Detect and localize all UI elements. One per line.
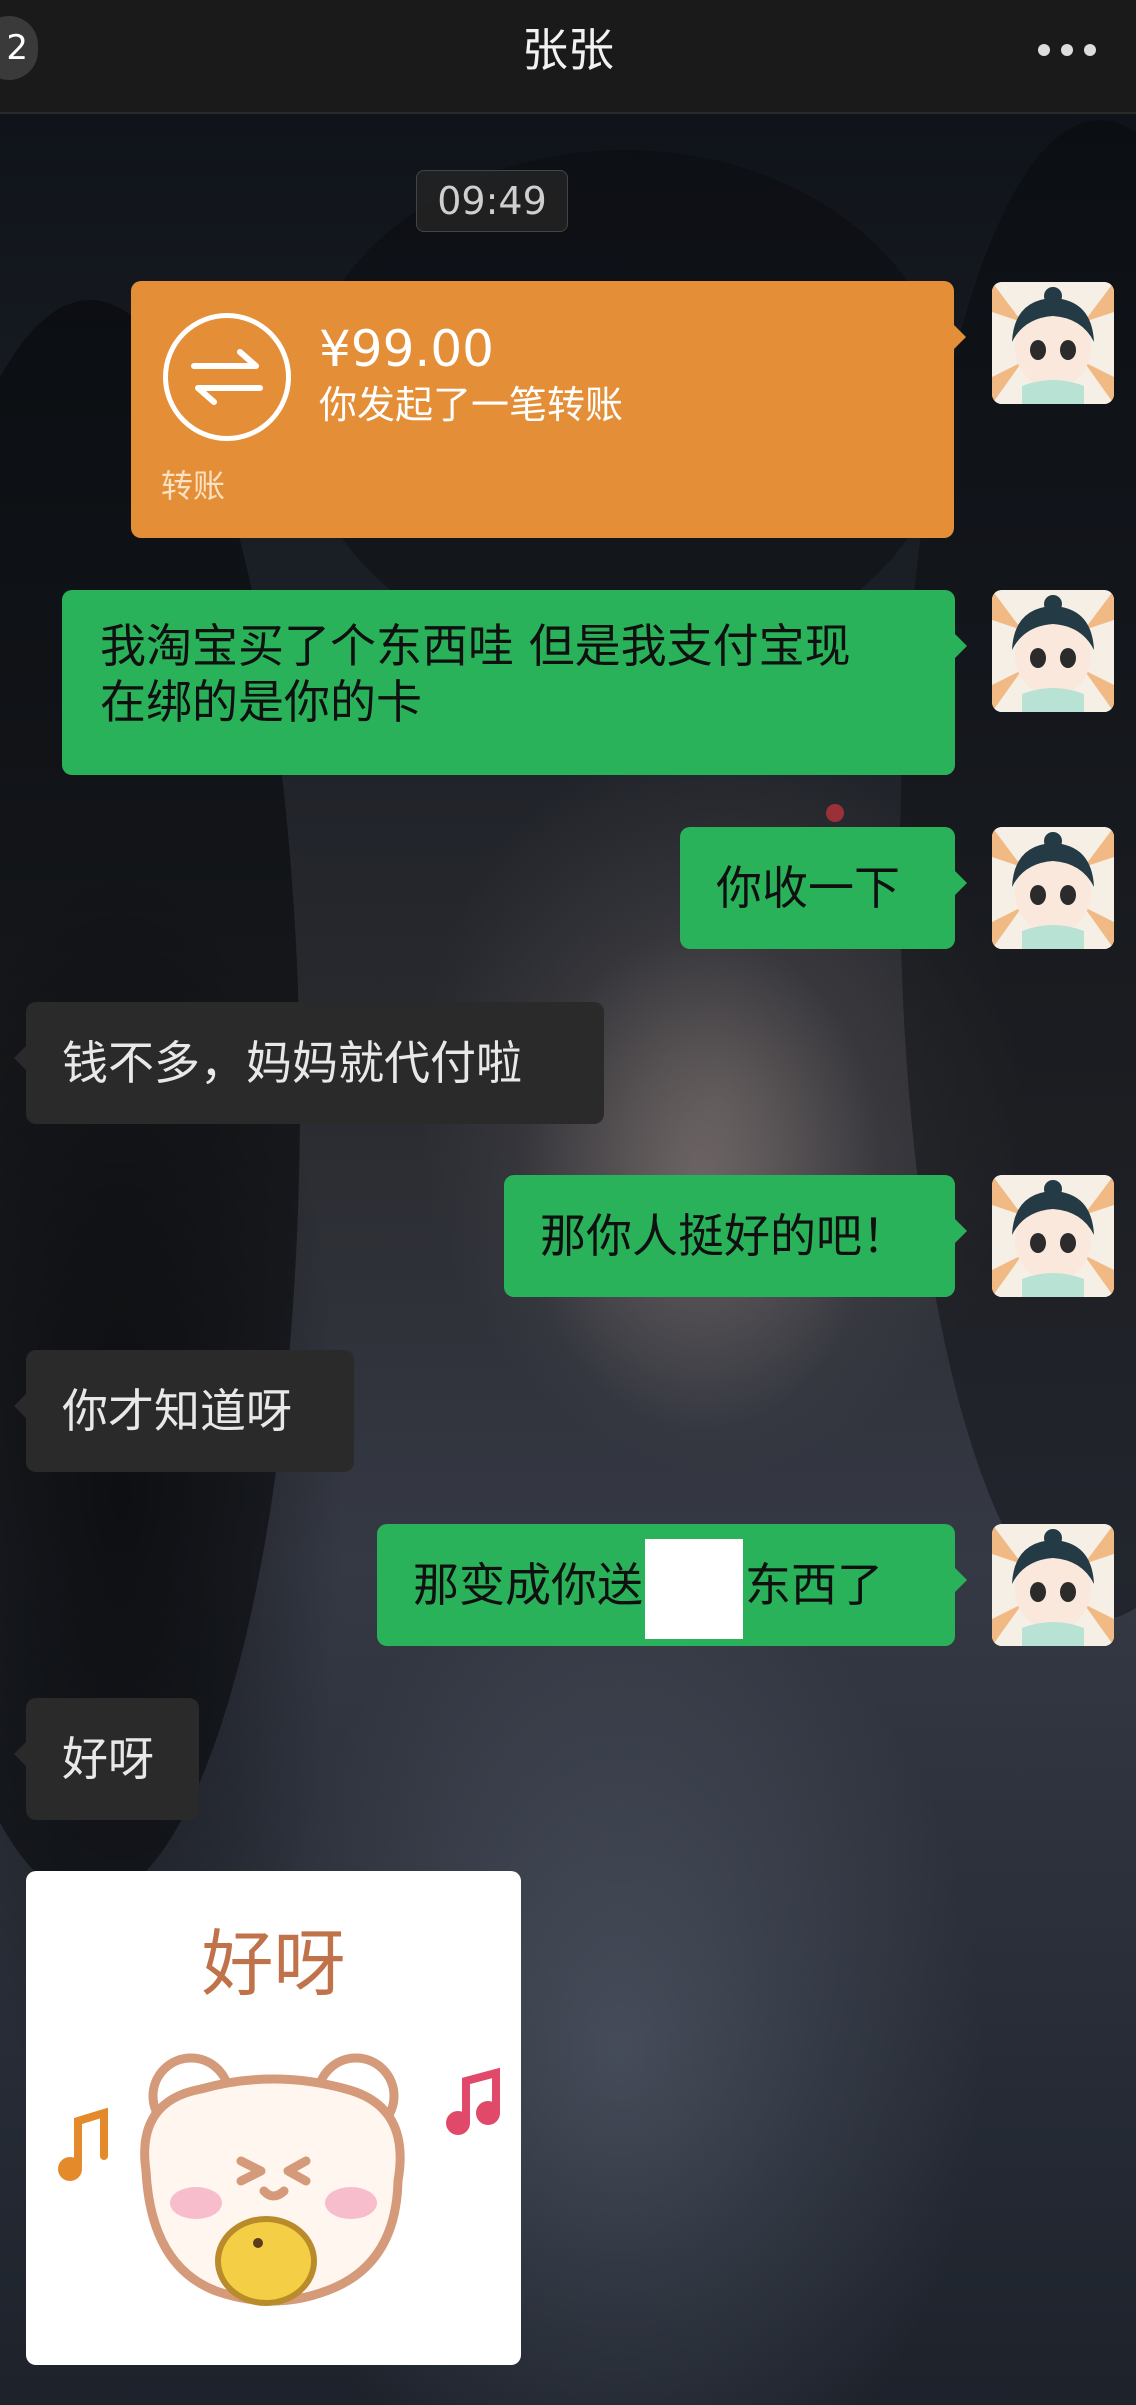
sticker-message[interactable]: 好呀 bbox=[26, 1871, 521, 2365]
message-text: 你才知道呀 bbox=[62, 1384, 292, 1438]
my-avatar[interactable] bbox=[992, 282, 1114, 404]
my-avatar[interactable] bbox=[992, 590, 1114, 712]
message-timestamp: 09:49 bbox=[416, 170, 568, 232]
message-bubble-sent[interactable]: 我淘宝买了个东西哇 但是我支付宝现 在绑的是你的卡 bbox=[62, 590, 967, 775]
message-bubble-sent[interactable]: 那变成你送 东西了 bbox=[377, 1524, 967, 1646]
message-text: 好呀 bbox=[62, 1732, 154, 1786]
message-bubble-received[interactable]: 钱不多，妈妈就代付啦 bbox=[14, 1002, 604, 1124]
message-bubble-sent[interactable]: 那你人挺好的吧！ bbox=[504, 1175, 967, 1297]
bear-sticker-icon bbox=[58, 2053, 500, 2306]
message-text-after: 东西了 bbox=[745, 1558, 883, 1612]
transfer-description: 你发起了一笔转账 bbox=[319, 383, 624, 427]
my-avatar[interactable] bbox=[992, 1175, 1114, 1297]
transfer-card[interactable]: ¥99.00 你发起了一笔转账 转账 bbox=[131, 281, 966, 538]
chat-header: 2 张张 bbox=[0, 0, 1136, 114]
message-text: 钱不多，妈妈就代付啦 bbox=[62, 1036, 522, 1090]
message-bubble-received[interactable]: 好呀 bbox=[14, 1698, 199, 1820]
message-text: 你收一下 bbox=[716, 861, 900, 915]
message-bubble-received[interactable]: 你才知道呀 bbox=[14, 1350, 354, 1472]
redaction-block bbox=[645, 1538, 743, 1639]
message-text-line: 在绑的是你的卡 bbox=[100, 675, 422, 729]
message-text-line: 我淘宝买了个东西哇 但是我支付宝现 bbox=[100, 619, 851, 673]
transfer-label: 转账 bbox=[161, 467, 226, 505]
transfer-amount: ¥99.00 bbox=[319, 320, 494, 378]
chat-title: 张张 bbox=[522, 23, 614, 77]
my-avatar[interactable] bbox=[992, 1524, 1114, 1646]
my-avatar[interactable] bbox=[992, 827, 1114, 949]
message-bubble-sent[interactable]: 你收一下 bbox=[680, 827, 967, 949]
message-text: 那你人挺好的吧！ bbox=[540, 1209, 908, 1263]
more-dots-icon[interactable] bbox=[1038, 44, 1096, 56]
message-text-before: 那变成你送 bbox=[413, 1558, 643, 1612]
transfer-arrows-icon bbox=[163, 313, 291, 441]
